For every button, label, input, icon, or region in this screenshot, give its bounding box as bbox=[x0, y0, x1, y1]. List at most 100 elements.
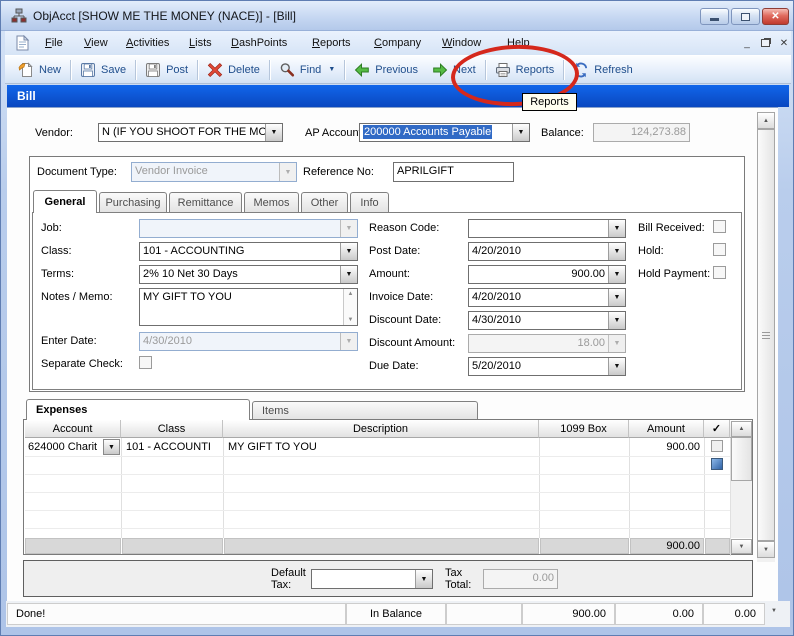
bill-form: Vendor: N (IF YOU SHOOT FOR THE MOON) ▼ … bbox=[7, 107, 778, 601]
total-cell bbox=[224, 538, 539, 554]
previous-icon bbox=[354, 62, 370, 78]
menu-file[interactable]: File bbox=[45, 31, 63, 55]
close-button[interactable]: ✕ bbox=[762, 8, 789, 25]
tab-remittance[interactable]: Remittance bbox=[169, 192, 242, 213]
tab-other[interactable]: Other bbox=[301, 192, 348, 213]
tab-info[interactable]: Info bbox=[350, 192, 389, 213]
vendor-combobox[interactable]: N (IF YOU SHOOT FOR THE MOON) ▼ bbox=[98, 123, 283, 142]
tab-purchasing[interactable]: Purchasing bbox=[99, 192, 167, 213]
chevron-down-icon[interactable]: ▼ bbox=[340, 243, 357, 260]
save-button[interactable]: Save bbox=[73, 58, 133, 82]
tab-general[interactable]: General bbox=[33, 190, 97, 213]
default-tax-label: Default Tax: bbox=[271, 567, 306, 591]
class-combobox[interactable]: 101 - ACCOUNTING ▼ bbox=[139, 242, 358, 261]
menu-company[interactable]: Company bbox=[374, 31, 421, 55]
chevron-down-icon[interactable]: ▼ bbox=[608, 358, 625, 375]
mdi-minimize-button[interactable]: _ bbox=[740, 36, 754, 50]
delete-button[interactable]: Delete bbox=[200, 58, 267, 82]
mdi-close-button[interactable]: ✕ bbox=[777, 36, 791, 50]
menu-reports[interactable]: Reports bbox=[312, 31, 351, 55]
application-window: ObjAcct [SHOW ME THE MONEY (NACE)] - [Bi… bbox=[0, 0, 794, 636]
mdi-restore-button[interactable] bbox=[758, 36, 772, 50]
default-tax-combobox[interactable]: ▼ bbox=[311, 569, 433, 589]
grid-scrollbar-thumb[interactable] bbox=[731, 437, 752, 481]
chevron-down-icon[interactable]: ▼ bbox=[608, 312, 625, 329]
reason-code-combobox[interactable]: ▼ bbox=[468, 219, 626, 238]
chevron-down-icon[interactable]: ▼ bbox=[415, 570, 432, 588]
column-header-account[interactable]: Account bbox=[25, 420, 121, 438]
notes-memo-textarea[interactable]: MY GIFT TO YOU ▲▼ bbox=[139, 288, 358, 326]
menu-dashpoints[interactable]: DashPoints bbox=[231, 31, 287, 55]
main-scrollbar-thumb[interactable] bbox=[757, 129, 775, 541]
invoice-date-combobox[interactable]: 4/20/2010 ▼ bbox=[468, 288, 626, 307]
account-dropdown[interactable]: ▼ bbox=[103, 439, 120, 455]
tab-items[interactable]: Items bbox=[252, 401, 478, 420]
chevron-down-icon[interactable]: ▼ bbox=[608, 243, 625, 260]
restore-button[interactable] bbox=[731, 8, 760, 25]
post-button[interactable]: Post bbox=[138, 58, 195, 82]
chevron-down-icon[interactable]: ▼ bbox=[265, 124, 282, 141]
cell-amount[interactable]: 900.00 bbox=[630, 439, 703, 457]
window-title: ObjAcct [SHOW ME THE MONEY (NACE)] - [Bi… bbox=[33, 1, 296, 31]
column-header-class[interactable]: Class bbox=[121, 420, 223, 438]
scroll-up-icon[interactable]: ▲ bbox=[348, 291, 354, 297]
chevron-down-icon[interactable]: ▼ bbox=[103, 439, 120, 455]
hold-checkbox[interactable] bbox=[713, 243, 726, 256]
amount-field[interactable]: 900.00 ▼ bbox=[468, 265, 626, 284]
tab-expenses[interactable]: Expenses bbox=[26, 399, 250, 420]
cell-description[interactable]: MY GIFT TO YOU bbox=[225, 439, 538, 457]
column-header-description[interactable]: Description bbox=[223, 420, 539, 438]
gridline bbox=[25, 510, 730, 511]
total-cell bbox=[122, 538, 223, 554]
chevron-down-icon: ▼ bbox=[340, 333, 357, 350]
due-date-combobox[interactable]: 5/20/2010 ▼ bbox=[468, 357, 626, 376]
grid-scroll-down-button[interactable]: ▼ bbox=[731, 539, 752, 554]
minimize-button[interactable] bbox=[700, 8, 729, 25]
column-header-check[interactable]: ✓ bbox=[704, 420, 730, 438]
chevron-down-icon[interactable]: ▼ bbox=[608, 289, 625, 306]
reference-no-input[interactable]: APRILGIFT bbox=[393, 162, 514, 182]
terms-label: Terms: bbox=[41, 268, 74, 280]
find-button[interactable]: Find ▼ bbox=[272, 58, 342, 82]
main-scroll-down-button[interactable]: ▼ bbox=[757, 541, 775, 558]
discount-date-combobox[interactable]: 4/30/2010 ▼ bbox=[468, 311, 626, 330]
cell-1099-box[interactable] bbox=[540, 439, 628, 457]
chevron-down-icon[interactable]: ▼ bbox=[340, 266, 357, 283]
tab-memos[interactable]: Memos bbox=[244, 192, 299, 213]
scroll-down-icon[interactable]: ▼ bbox=[348, 317, 354, 323]
status-debit: 0.00 bbox=[615, 603, 703, 625]
check-icon: ✓ bbox=[712, 422, 721, 435]
chevron-down-icon[interactable]: ▼ bbox=[608, 266, 625, 283]
chevron-down-icon[interactable]: ▼ bbox=[512, 124, 529, 141]
separate-check-checkbox[interactable] bbox=[139, 356, 152, 369]
hold-payment-checkbox[interactable] bbox=[713, 266, 726, 279]
invoice-date-label: Invoice Date: bbox=[369, 291, 433, 303]
chevron-down-icon: ▼ bbox=[340, 220, 357, 237]
column-header-amount[interactable]: Amount bbox=[629, 420, 704, 438]
cell-class[interactable]: 101 - ACCOUNTI bbox=[123, 439, 222, 457]
column-header-1099-box[interactable]: 1099 Box bbox=[539, 420, 629, 438]
gridline bbox=[704, 438, 705, 538]
find-icon bbox=[279, 62, 295, 78]
separate-check-label: Separate Check: bbox=[41, 358, 123, 370]
find-dropdown-icon[interactable]: ▼ bbox=[328, 66, 335, 73]
gridline bbox=[121, 438, 122, 538]
menu-view[interactable]: View bbox=[84, 31, 108, 55]
cell-account[interactable]: 624000 Charit bbox=[25, 439, 103, 457]
row2-active-checkbox[interactable] bbox=[711, 458, 723, 470]
grid-scroll-up-button[interactable]: ▲ bbox=[731, 421, 752, 437]
bill-received-checkbox[interactable] bbox=[713, 220, 726, 233]
job-combobox: ▼ bbox=[139, 219, 358, 238]
menu-lists[interactable]: Lists bbox=[189, 31, 212, 55]
new-button[interactable]: New bbox=[11, 58, 68, 82]
notes-scrollbar[interactable]: ▲▼ bbox=[343, 289, 357, 325]
chevron-down-icon[interactable]: ▼ bbox=[608, 220, 625, 237]
previous-button[interactable]: Previous bbox=[347, 58, 425, 82]
post-date-label: Post Date: bbox=[369, 245, 420, 257]
menu-activities[interactable]: Activities bbox=[126, 31, 169, 55]
ap-account-combobox[interactable]: 200000 Accounts Payable ▼ bbox=[359, 123, 530, 142]
terms-combobox[interactable]: 2% 10 Net 30 Days ▼ bbox=[139, 265, 358, 284]
main-scroll-up-button[interactable]: ▲ bbox=[757, 112, 775, 129]
row1-checkbox[interactable] bbox=[711, 440, 723, 452]
post-date-combobox[interactable]: 4/20/2010 ▼ bbox=[468, 242, 626, 261]
